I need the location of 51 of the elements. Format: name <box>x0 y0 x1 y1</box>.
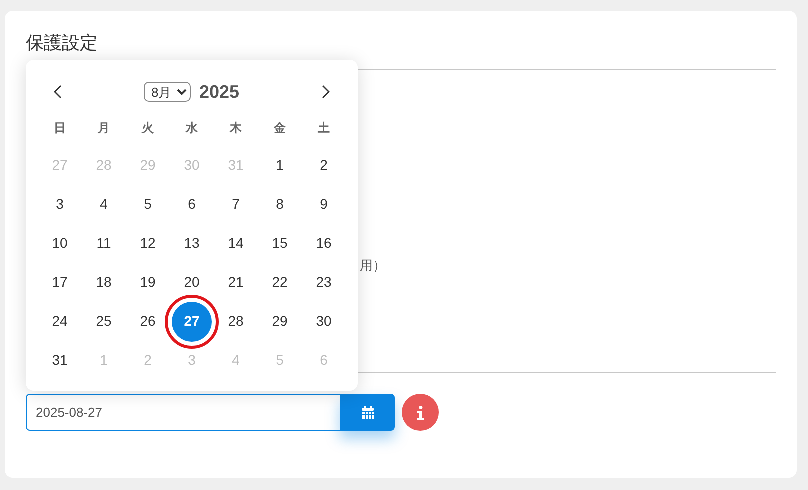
day-button[interactable]: 30 <box>304 304 344 340</box>
day-button[interactable]: 29 <box>260 304 300 340</box>
day-button[interactable]: 15 <box>260 226 300 262</box>
day-button[interactable]: 17 <box>40 264 80 300</box>
day-button[interactable]: 25 <box>84 304 124 340</box>
day-button[interactable]: 2 <box>304 148 344 184</box>
day-button[interactable]: 3 <box>40 186 80 222</box>
day-button[interactable]: 11 <box>84 226 124 262</box>
day-button[interactable]: 7 <box>216 186 256 222</box>
chevron-right-icon <box>322 85 330 99</box>
day-button[interactable]: 1 <box>260 148 300 184</box>
weekday-label: 木 <box>228 120 243 137</box>
day-button[interactable]: 12 <box>128 226 168 262</box>
previous-month-button[interactable] <box>52 83 64 101</box>
day-button[interactable]: 14 <box>216 226 256 262</box>
day-button[interactable]: 8 <box>260 186 300 222</box>
weekday-label: 水 <box>184 120 199 137</box>
day-button[interactable]: 6 <box>172 186 212 222</box>
label-text: 用） <box>360 257 386 275</box>
day-button[interactable]: 21 <box>216 264 256 300</box>
weekday-label: 月 <box>97 120 111 137</box>
chevron-left-icon <box>54 85 62 99</box>
day-button[interactable]: 10 <box>40 226 80 262</box>
day-button[interactable]: 9 <box>304 186 344 222</box>
weekday-label: 日 <box>53 120 67 137</box>
card-title: 保護設定 <box>26 33 99 53</box>
day-button[interactable]: 20 <box>172 264 212 300</box>
day-button[interactable]: 28 <box>216 304 256 340</box>
day-button[interactable]: 31 <box>40 342 80 378</box>
day-button[interactable]: 24 <box>40 304 80 340</box>
year-label: 2025 <box>199 80 240 104</box>
day-button[interactable]: 27 <box>172 302 212 342</box>
day-button[interactable]: 26 <box>128 304 168 340</box>
calendar-icon <box>362 406 374 419</box>
weekday-label: 土 <box>317 120 331 137</box>
weekday-label: 金 <box>273 120 287 137</box>
day-button[interactable]: 13 <box>172 226 212 262</box>
day-button[interactable]: 5 <box>128 186 168 222</box>
day-button[interactable]: 16 <box>304 226 344 262</box>
weekday-label: 火 <box>140 120 155 137</box>
day-button[interactable]: 22 <box>260 264 300 300</box>
next-month-button[interactable] <box>320 83 332 101</box>
date-input-field[interactable]: 2025-08-27 <box>26 394 340 431</box>
info-button[interactable] <box>402 394 439 431</box>
day-button[interactable]: 23 <box>304 264 344 300</box>
info-icon <box>417 406 424 420</box>
day-button[interactable]: 4 <box>84 186 124 222</box>
day-button[interactable]: 19 <box>128 264 168 300</box>
month-select[interactable]: 8月 <box>144 82 192 102</box>
day-button[interactable]: 18 <box>84 264 124 300</box>
calendar-button[interactable] <box>340 394 395 431</box>
